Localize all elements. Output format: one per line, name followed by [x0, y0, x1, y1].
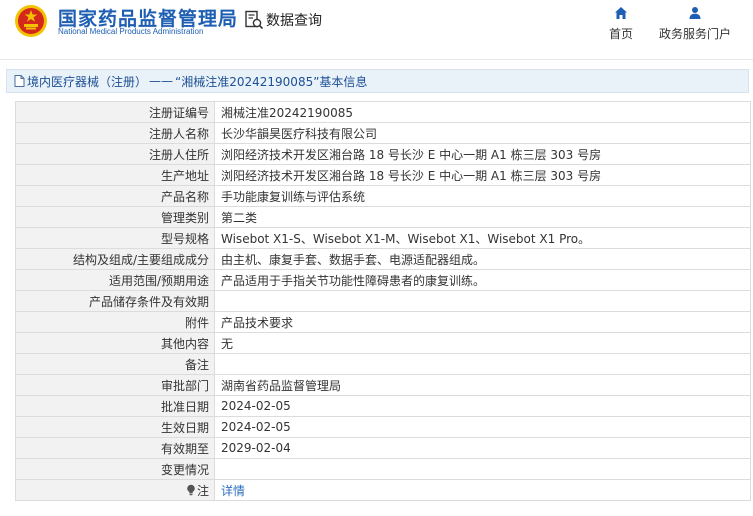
field-value: 无	[214, 332, 751, 354]
nav-service-portal[interactable]: 政务服务门户	[655, 6, 735, 42]
field-label: 产品名称	[15, 185, 215, 207]
table-row: 产品名称 手功能康复训练与评估系统	[15, 185, 751, 207]
field-label: 型号规格	[15, 227, 215, 249]
field-label: 结构及组成/主要组成成分	[15, 248, 215, 270]
data-query-label: 数据查询	[266, 13, 322, 29]
field-value: 湘械注准20242190085	[214, 101, 751, 123]
breadcrumb-category[interactable]: 境内医疗器械（注册）	[27, 73, 147, 90]
table-row: 产品储存条件及有效期	[15, 290, 751, 312]
agency-name-en[interactable]: National Medical Products Administration	[58, 27, 203, 36]
field-value	[214, 290, 751, 312]
field-value: 湖南省药品监督管理局	[214, 374, 751, 396]
breadcrumb-separator: ——	[149, 74, 174, 88]
field-value: 浏阳经济技术开发区湘台路 18 号长沙 E 中心一期 A1 栋三层 303 号房	[214, 164, 751, 186]
site-header: 国家药品监督管理局 National Medical Products Admi…	[0, 0, 753, 60]
table-row: 管理类别 第二类	[15, 206, 751, 228]
field-value: 浏阳经济技术开发区湘台路 18 号长沙 E 中心一期 A1 栋三层 303 号房	[214, 143, 751, 165]
info-table-body: 注册证编号 湘械注准20242190085 注册人名称 长沙华韻昊医疗科技有限公司 注册…	[15, 101, 751, 501]
table-row: 批准日期 2024-02-05	[15, 395, 751, 417]
table-row: 备注	[15, 353, 751, 375]
table-row: 其他内容无	[15, 332, 751, 354]
table-row: 有效期至 2029-02-04	[15, 437, 751, 459]
table-row: 注册人名称 长沙华韻昊医疗科技有限公司	[15, 122, 751, 144]
field-value	[214, 353, 751, 375]
table-row: 附件 产品技术要求	[15, 311, 751, 333]
home-icon	[615, 7, 627, 19]
table-row: 审批部门 湖南省药品监督管理局	[15, 374, 751, 396]
registration-info-table: 注册证编号 湘械注准20242190085 注册人名称 长沙华韻昊医疗科技有限公司 注册…	[15, 101, 751, 501]
field-value: Wisebot X1-S、Wisebot X1-M、Wisebot X1、Wis…	[214, 227, 751, 249]
breadcrumb: 境内医疗器械（注册） —— “湘械注准20242190085”基本信息	[6, 69, 749, 93]
table-row: 适用范围/预期用途 产品适用于手指关节功能性障碍患者的康复训练。	[15, 269, 751, 291]
nav-home-label: 首页	[608, 27, 633, 41]
note-detail-cell: 详情	[214, 479, 751, 501]
field-value: 产品技术要求	[214, 311, 751, 333]
breadcrumb-record: “湘械注准20242190085”基本信息	[175, 74, 368, 89]
field-label: 产品储存条件及有效期	[15, 290, 215, 312]
table-row: 变更情况	[15, 458, 751, 480]
field-label: 适用范围/预期用途	[15, 269, 215, 291]
note-label-cell: 注	[15, 479, 215, 501]
field-label: 附件	[15, 311, 215, 333]
search-document-icon	[245, 10, 264, 30]
field-label: 批准日期	[15, 395, 215, 417]
field-value: 手功能康复训练与评估系统	[214, 185, 751, 207]
field-label: 管理类别	[15, 206, 215, 228]
table-row: 结构及组成/主要组成成分 由主机、康复手套、数据手套、电源适配器组成。	[15, 248, 751, 270]
field-value	[214, 458, 751, 480]
field-label: 其他内容	[15, 332, 215, 354]
field-label: 注册人名称	[15, 122, 215, 144]
field-label: 变更情况	[15, 458, 215, 480]
field-label: 有效期至	[15, 437, 215, 459]
field-value: 由主机、康复手套、数据手套、电源适配器组成。	[214, 248, 751, 270]
table-row-note: 注详情	[15, 479, 751, 501]
field-value: 长沙华韻昊医疗科技有限公司	[214, 122, 751, 144]
table-row: 生效日期 2024-02-05	[15, 416, 751, 438]
document-icon	[14, 75, 25, 87]
field-value: 产品适用于手指关节功能性障碍患者的康复训练。	[214, 269, 751, 291]
field-label: 生效日期	[15, 416, 215, 438]
field-value: 2024-02-05	[214, 395, 751, 417]
field-label: 备注	[15, 353, 215, 375]
national-emblem-logo[interactable]	[14, 4, 48, 38]
field-value: 2024-02-05	[214, 416, 751, 438]
table-row: 生产地址 浏阳经济技术开发区湘台路 18 号长沙 E 中心一期 A1 栋三层 30…	[15, 164, 751, 186]
lightbulb-icon	[187, 484, 195, 495]
note-label: 注	[196, 483, 209, 498]
nav-home[interactable]: 首页	[603, 6, 639, 42]
table-row: 注册证编号 湘械注准20242190085	[15, 101, 751, 123]
data-query-link[interactable]: 数据查询	[244, 9, 322, 31]
field-label: 审批部门	[15, 374, 215, 396]
field-value: 第二类	[214, 206, 751, 228]
nav-portal-label: 政务服务门户	[658, 27, 731, 41]
field-label: 注册人住所	[15, 143, 215, 165]
table-row: 型号规格 Wisebot X1-S、Wisebot X1-M、Wisebot X1…	[15, 227, 751, 249]
details-link[interactable]: 详情	[221, 484, 245, 498]
field-label: 生产地址	[15, 164, 215, 186]
table-row: 注册人住所 浏阳经济技术开发区湘台路 18 号长沙 E 中心一期 A1 栋三层 3…	[15, 143, 751, 165]
user-icon	[689, 7, 701, 19]
field-value: 2029-02-04	[214, 437, 751, 459]
field-label: 注册证编号	[15, 101, 215, 123]
